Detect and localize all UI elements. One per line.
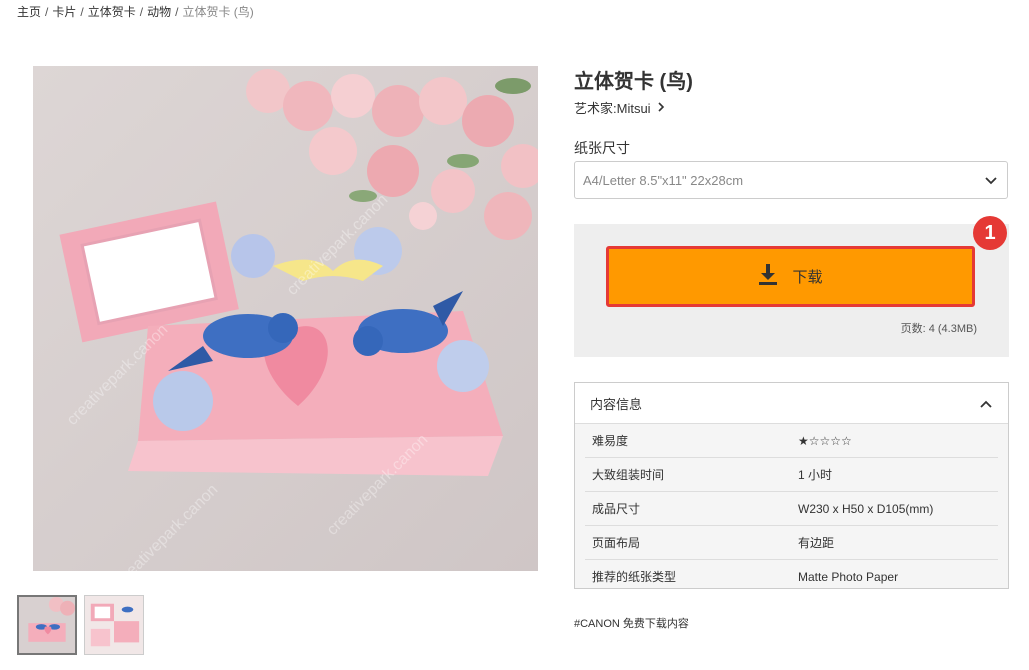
info-value: W230 x H50 x D105(mm): [798, 501, 934, 516]
download-label: 下载: [792, 269, 823, 286]
paper-size-value: A4/Letter 8.5"x11" 22x28cm: [583, 172, 744, 188]
table-row: 推荐的纸张类型 Matte Photo Paper: [585, 560, 998, 593]
difficulty-stars: ★☆☆☆☆: [798, 433, 852, 448]
info-value: 有边距: [798, 536, 835, 550]
thumbnail-image: [85, 596, 143, 654]
thumbnail-2[interactable]: [84, 595, 144, 655]
breadcrumb-separator: /: [139, 5, 144, 19]
breadcrumb-current: 立体贺卡 (鸟): [182, 5, 254, 19]
info-key: 成品尺寸: [592, 502, 641, 516]
breadcrumb-separator: /: [80, 5, 84, 19]
chevron-down-icon: [985, 172, 997, 188]
step-badge: 1: [973, 216, 1007, 250]
download-panel: 下载 1 页数: 4 (4.3MB): [574, 216, 1009, 357]
info-value: Matte Photo Paper: [798, 569, 899, 584]
breadcrumb-separator: /: [45, 5, 49, 19]
table-row: 难易度 ★☆☆☆☆: [585, 424, 998, 458]
product-photo: creativepark.canon creativepark.canon cr…: [33, 66, 538, 571]
breadcrumb-cards[interactable]: 卡片: [52, 5, 76, 19]
tag-link[interactable]: #CANON 免费下载内容: [574, 615, 689, 631]
info-value: 1 小时: [798, 468, 833, 482]
table-row: 大致组装时间 1 小时: [585, 458, 998, 492]
thumbnail-strip: [17, 595, 144, 655]
table-row: 页面布局 有边距: [585, 526, 998, 560]
chevron-up-icon: [980, 395, 992, 411]
info-key: 难易度: [592, 434, 629, 448]
table-row: 成品尺寸 W230 x H50 x D105(mm): [585, 492, 998, 526]
content-info-panel: 内容信息 难易度 ★☆☆☆☆ 大致组装时间 1 小时 成品尺寸 W230 x H…: [574, 382, 1009, 589]
download-icon: [758, 263, 778, 290]
info-key: 推荐的纸张类型: [592, 570, 677, 584]
product-title: 立体贺卡 (鸟): [574, 71, 693, 93]
paper-size-label: 纸张尺寸: [574, 140, 630, 156]
artist-link[interactable]: 艺术家:Mitsui: [574, 98, 1010, 117]
breadcrumb-separator: /: [175, 5, 179, 19]
content-info-title: 内容信息: [590, 396, 643, 412]
content-info-header[interactable]: 内容信息: [575, 383, 1008, 424]
product-main-image[interactable]: creativepark.canon creativepark.canon cr…: [33, 66, 538, 571]
paper-size-select[interactable]: A4/Letter 8.5"x11" 22x28cm: [574, 161, 1008, 199]
product-details: 立体贺卡 (鸟) 艺术家:Mitsui 纸张尺寸 A4/Letter 8.5"x…: [574, 66, 1010, 630]
download-button[interactable]: 下载: [606, 246, 975, 307]
thumbnail-1[interactable]: [17, 595, 77, 655]
thumbnail-image: [19, 597, 75, 653]
content-info-table: 难易度 ★☆☆☆☆ 大致组装时间 1 小时 成品尺寸 W230 x H50 x …: [585, 424, 998, 593]
page-count-info: 页数: 4 (4.3MB): [900, 323, 977, 335]
breadcrumb-home[interactable]: 主页: [17, 5, 41, 19]
chevron-right-icon: [657, 101, 665, 115]
info-key: 页面布局: [592, 536, 641, 550]
breadcrumb-animals[interactable]: 动物: [147, 5, 171, 19]
breadcrumb: 主页 / 卡片 / 立体贺卡 / 动物 / 立体贺卡 (鸟): [17, 3, 254, 20]
breadcrumb-popup-cards[interactable]: 立体贺卡: [88, 5, 136, 19]
artist-label: 艺术家:Mitsui: [574, 101, 651, 116]
info-key: 大致组装时间: [592, 468, 665, 482]
